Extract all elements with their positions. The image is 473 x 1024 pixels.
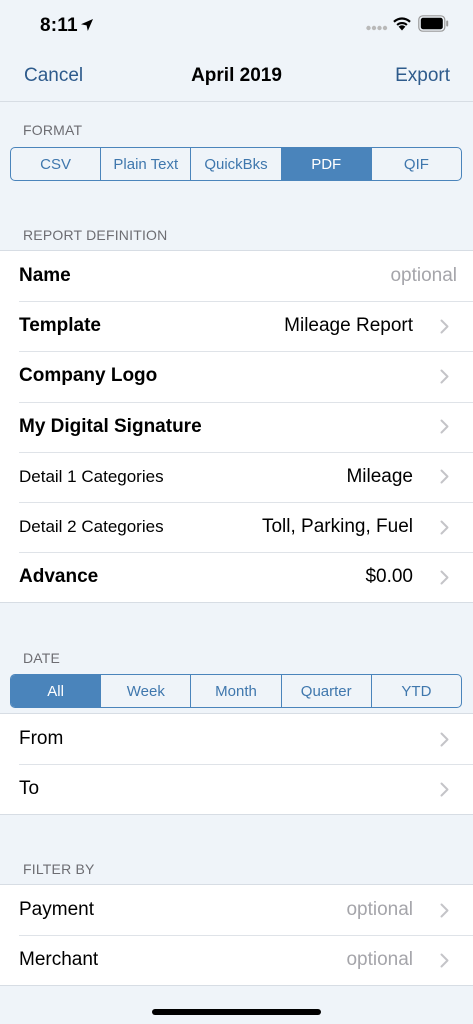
- status-bar: 8:11: [0, 0, 473, 52]
- payment-label: Payment: [19, 899, 94, 921]
- format-option-plain-text[interactable]: Plain Text: [101, 148, 192, 180]
- template-row[interactable]: Template Mileage Report: [0, 301, 473, 351]
- detail-2-categories-value: Toll, Parking, Fuel: [261, 516, 413, 538]
- chevron-right-icon: [440, 732, 449, 747]
- filter-by-section-header: FILTER BY: [23, 861, 95, 877]
- detail-2-categories-label: Detail 2 Categories: [19, 517, 164, 537]
- date-section-header: DATE: [23, 650, 61, 666]
- date-segmented-control: All Week Month Quarter YTD: [10, 674, 462, 708]
- chevron-right-icon: [440, 953, 449, 968]
- payment-value: optional: [346, 899, 413, 921]
- format-option-csv[interactable]: CSV: [11, 148, 102, 180]
- merchant-row[interactable]: Merchant optional: [0, 935, 473, 985]
- date-range-group: From To: [0, 713, 473, 816]
- filter-by-group: Payment optional Merchant optional: [0, 884, 473, 987]
- chevron-right-icon: [440, 419, 449, 434]
- battery-icon: [418, 15, 449, 32]
- date-option-all[interactable]: All: [11, 675, 102, 707]
- chevron-right-icon: [440, 520, 449, 535]
- date-option-month[interactable]: Month: [191, 675, 282, 707]
- name-input[interactable]: optional: [390, 265, 457, 287]
- format-option-pdf[interactable]: PDF: [281, 148, 372, 180]
- advance-label: Advance: [19, 566, 99, 588]
- chevron-right-icon: [440, 369, 449, 384]
- name-row[interactable]: Name optional: [0, 251, 473, 301]
- detail-1-categories-value: Mileage: [346, 465, 413, 487]
- format-option-qif[interactable]: QIF: [372, 148, 461, 180]
- home-indicator[interactable]: [152, 1009, 321, 1015]
- format-option-quickbks[interactable]: QuickBks: [191, 148, 282, 180]
- cancel-button[interactable]: Cancel: [24, 65, 83, 87]
- detail-1-categories-label: Detail 1 Categories: [19, 466, 164, 486]
- company-logo-row[interactable]: Company Logo: [0, 351, 473, 401]
- report-definition-group: Name optional Template Mileage Report Co…: [0, 250, 473, 604]
- wifi-icon: [393, 17, 411, 31]
- detail-1-categories-row[interactable]: Detail 1 Categories Mileage: [0, 451, 473, 502]
- template-label: Template: [19, 315, 102, 337]
- date-option-quarter[interactable]: Quarter: [282, 675, 372, 707]
- report-definition-section-header: REPORT DEFINITION: [23, 227, 168, 243]
- chevron-right-icon: [440, 903, 449, 918]
- from-row[interactable]: From: [0, 714, 473, 764]
- chevron-right-icon: [440, 570, 449, 585]
- format-segmented-control: CSV Plain Text QuickBks PDF QIF: [10, 147, 462, 181]
- to-label: To: [19, 778, 40, 800]
- payment-row[interactable]: Payment optional: [0, 885, 473, 935]
- digital-signature-label: My Digital Signature: [19, 415, 202, 437]
- name-label: Name: [19, 265, 71, 287]
- company-logo-label: Company Logo: [19, 365, 158, 387]
- from-label: From: [19, 728, 64, 750]
- template-value: Mileage Report: [284, 315, 413, 337]
- signal-strength-icon: [366, 25, 388, 31]
- navigation-bar: Cancel April 2019 Export: [0, 52, 473, 102]
- format-section-header: FORMAT: [23, 122, 83, 138]
- chevron-right-icon: [440, 469, 449, 484]
- advance-value: $0.00: [365, 566, 413, 588]
- chevron-right-icon: [440, 782, 449, 797]
- chevron-right-icon: [440, 319, 449, 334]
- advance-row[interactable]: Advance $0.00: [0, 552, 473, 602]
- status-time: 8:11: [40, 15, 78, 36]
- date-option-ytd[interactable]: YTD: [372, 675, 461, 707]
- location-arrow-icon: [81, 19, 93, 31]
- merchant-label: Merchant: [19, 949, 99, 971]
- export-button[interactable]: Export: [395, 65, 450, 87]
- detail-2-categories-row[interactable]: Detail 2 Categories Toll, Parking, Fuel: [0, 501, 473, 552]
- to-row[interactable]: To: [0, 764, 473, 814]
- digital-signature-row[interactable]: My Digital Signature: [0, 401, 473, 452]
- merchant-value: optional: [346, 949, 413, 971]
- date-option-week[interactable]: Week: [101, 675, 192, 707]
